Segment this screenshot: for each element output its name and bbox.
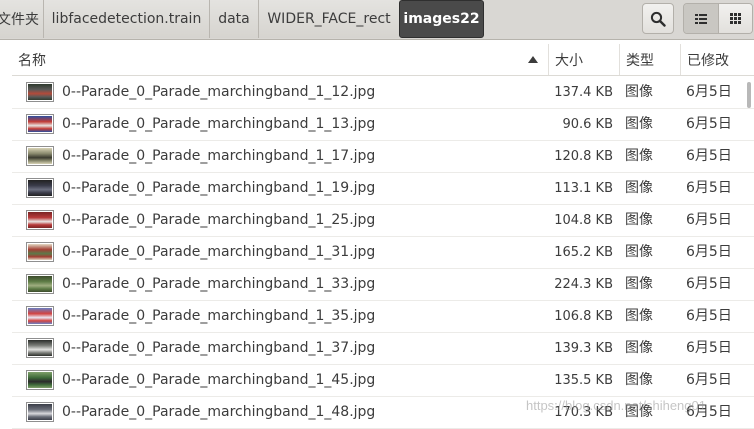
- file-row[interactable]: 0--Parade_0_Parade_marchingband_1_45.jpg…: [12, 365, 754, 397]
- watermark: https://blog.csdn.net/shiheng01: [526, 398, 706, 413]
- breadcrumb-folder[interactable]: 文件夹: [0, 0, 43, 38]
- file-modified: 6月5日: [686, 212, 732, 228]
- file-name: 0--Parade_0_Parade_marchingband_1_45.jpg: [62, 372, 376, 388]
- file-row[interactable]: 0--Parade_0_Parade_marchingband_1_13.jpg…: [12, 109, 754, 141]
- file-modified: 6月5日: [686, 180, 732, 196]
- file-type: 图像: [625, 244, 653, 260]
- file-size: 106.8 KB: [554, 309, 613, 324]
- image-thumbnail-icon: [26, 114, 54, 134]
- file-name: 0--Parade_0_Parade_marchingband_1_37.jpg: [62, 340, 376, 356]
- image-thumbnail-icon: [26, 242, 54, 262]
- grid-view-button[interactable]: [717, 4, 752, 33]
- image-thumbnail-icon: [26, 370, 54, 390]
- file-row[interactable]: 0--Parade_0_Parade_marchingband_1_35.jpg…: [12, 301, 754, 333]
- file-size: 135.5 KB: [554, 373, 613, 388]
- file-row[interactable]: 0--Parade_0_Parade_marchingband_1_17.jpg…: [12, 141, 754, 173]
- file-name: 0--Parade_0_Parade_marchingband_1_13.jpg: [62, 116, 376, 132]
- scrollbar[interactable]: [746, 78, 754, 425]
- list-view-button[interactable]: [684, 4, 718, 33]
- image-thumbnail-icon: [26, 146, 54, 166]
- file-modified: 6月5日: [686, 116, 732, 132]
- file-name: 0--Parade_0_Parade_marchingband_1_48.jpg: [62, 404, 376, 420]
- image-thumbnail-icon: [26, 274, 54, 294]
- file-name: 0--Parade_0_Parade_marchingband_1_35.jpg: [62, 308, 376, 324]
- image-thumbnail-icon: [26, 210, 54, 230]
- breadcrumb-label: 文件夹: [0, 12, 39, 28]
- sort-ascending-icon: [528, 56, 538, 63]
- file-modified: 6月5日: [686, 372, 732, 388]
- file-name: 0--Parade_0_Parade_marchingband_1_17.jpg: [62, 148, 376, 164]
- file-row[interactable]: 0--Parade_0_Parade_marchingband_1_33.jpg…: [12, 269, 754, 301]
- breadcrumb-images22[interactable]: images22: [399, 0, 484, 38]
- file-type: 图像: [625, 180, 653, 196]
- breadcrumb-label: libfacedetection.train: [51, 11, 202, 27]
- file-size: 165.2 KB: [554, 245, 613, 260]
- file-name: 0--Parade_0_Parade_marchingband_1_25.jpg: [62, 212, 376, 228]
- file-modified: 6月5日: [686, 340, 732, 356]
- image-thumbnail-icon: [26, 306, 54, 326]
- breadcrumb-label: images22: [403, 11, 480, 27]
- list-view-icon: [694, 13, 707, 24]
- column-type-header[interactable]: 类型: [620, 44, 681, 75]
- column-name-label: 名称: [18, 52, 46, 69]
- file-size: 137.4 KB: [554, 85, 613, 100]
- image-thumbnail-icon: [26, 402, 54, 422]
- column-size-label: 大小: [555, 52, 583, 69]
- file-type: 图像: [625, 308, 653, 324]
- file-type: 图像: [625, 84, 653, 100]
- file-row[interactable]: 0--Parade_0_Parade_marchingband_1_12.jpg…: [12, 77, 754, 109]
- column-modified-label: 已修改: [687, 52, 729, 69]
- breadcrumb-wider-face-rect[interactable]: WIDER_FACE_rect: [258, 0, 399, 38]
- breadcrumb-label: WIDER_FACE_rect: [267, 11, 391, 27]
- file-row[interactable]: 0--Parade_0_Parade_marchingband_1_31.jpg…: [12, 237, 754, 269]
- file-size: 224.3 KB: [554, 277, 613, 292]
- breadcrumb-data[interactable]: data: [209, 0, 258, 38]
- file-type: 图像: [625, 212, 653, 228]
- breadcrumb-libfacedetection[interactable]: libfacedetection.train: [43, 0, 209, 38]
- file-modified: 6月5日: [686, 244, 732, 260]
- image-thumbnail-icon: [26, 82, 54, 102]
- file-type: 图像: [625, 276, 653, 292]
- file-modified: 6月5日: [686, 308, 732, 324]
- file-size: 104.8 KB: [554, 213, 613, 228]
- column-type-label: 类型: [626, 52, 654, 69]
- file-size: 113.1 KB: [554, 181, 613, 196]
- search-icon: [650, 11, 666, 27]
- file-size: 139.3 KB: [554, 341, 613, 356]
- file-modified: 6月5日: [686, 84, 732, 100]
- file-modified: 6月5日: [686, 148, 732, 164]
- search-button[interactable]: [642, 3, 674, 34]
- file-type: 图像: [625, 116, 653, 132]
- file-type: 图像: [625, 148, 653, 164]
- file-type: 图像: [625, 372, 653, 388]
- grid-view-icon: [729, 13, 741, 24]
- column-name-header[interactable]: 名称: [12, 44, 549, 75]
- column-size-header[interactable]: 大小: [549, 44, 620, 75]
- column-modified-header[interactable]: 已修改: [681, 44, 754, 75]
- breadcrumb-label: data: [218, 11, 250, 27]
- header-bar: 文件夹 libfacedetection.train data WIDER_FA…: [0, 0, 754, 40]
- file-row[interactable]: 0--Parade_0_Parade_marchingband_1_37.jpg…: [12, 333, 754, 365]
- file-modified: 6月5日: [686, 276, 732, 292]
- file-name: 0--Parade_0_Parade_marchingband_1_12.jpg: [62, 84, 376, 100]
- file-list: 0--Parade_0_Parade_marchingband_1_12.jpg…: [12, 77, 754, 429]
- file-row[interactable]: 0--Parade_0_Parade_marchingband_1_19.jpg…: [12, 173, 754, 205]
- file-row[interactable]: 0--Parade_0_Parade_marchingband_1_25.jpg…: [12, 205, 754, 237]
- image-thumbnail-icon: [26, 178, 54, 198]
- view-switcher: [683, 3, 753, 34]
- file-name: 0--Parade_0_Parade_marchingband_1_31.jpg: [62, 244, 376, 260]
- file-name: 0--Parade_0_Parade_marchingband_1_33.jpg: [62, 276, 376, 292]
- file-size: 90.6 KB: [562, 117, 613, 132]
- image-thumbnail-icon: [26, 338, 54, 358]
- file-type: 图像: [625, 340, 653, 356]
- scrollbar-thumb[interactable]: [747, 82, 751, 108]
- column-header: 名称 大小 类型 已修改: [12, 44, 754, 76]
- file-name: 0--Parade_0_Parade_marchingband_1_19.jpg: [62, 180, 376, 196]
- file-size: 120.8 KB: [554, 149, 613, 164]
